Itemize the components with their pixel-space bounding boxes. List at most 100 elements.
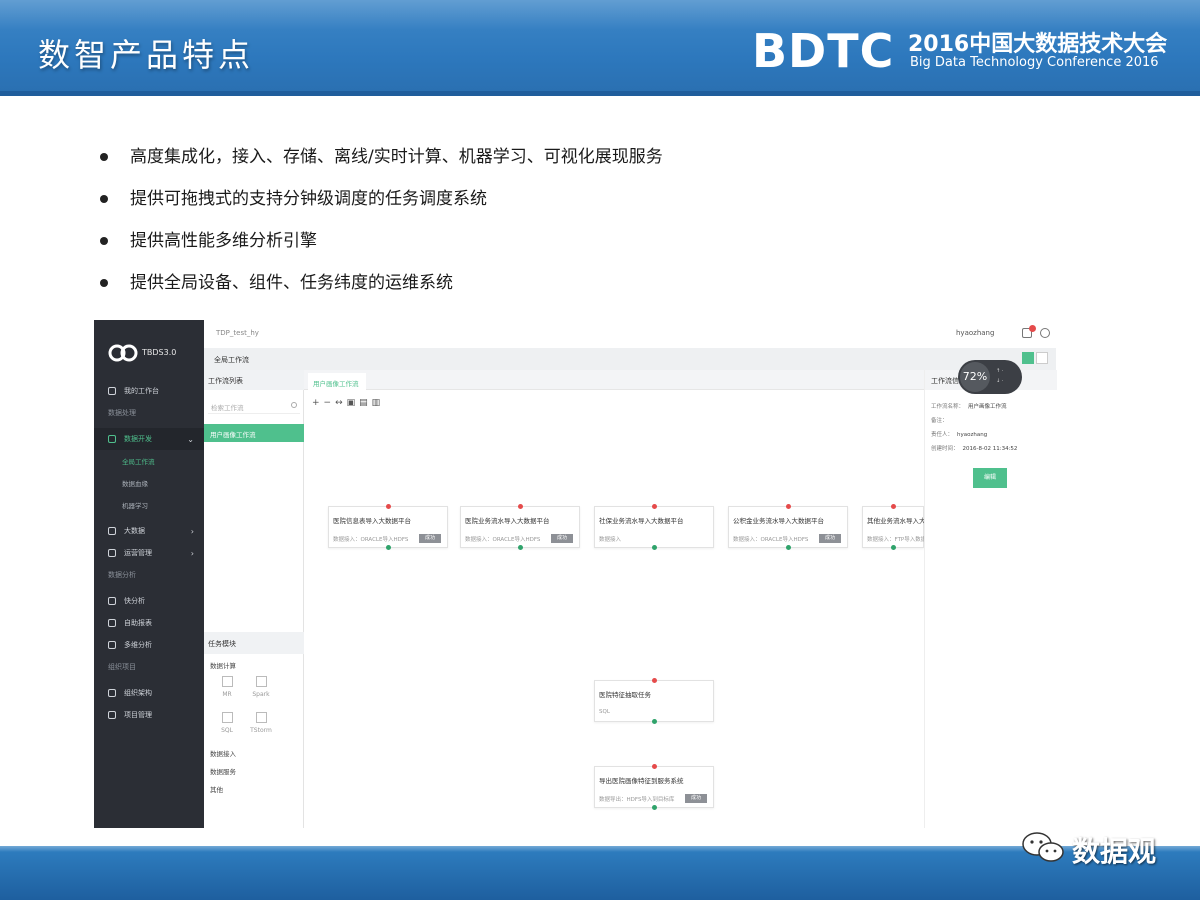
gauge-value: 72% xyxy=(960,362,990,392)
user-group-icon xyxy=(108,711,116,719)
canvas-toolbar: +−↔▣▤▥ xyxy=(312,398,384,408)
workflow-node[interactable]: 医院业务流水导入大数据平台 数据接入：ORACLE导入HDFS 成功 xyxy=(460,504,580,550)
sidebar-item: 数据分析 xyxy=(94,564,204,586)
tool-spark[interactable]: Spark xyxy=(246,676,276,698)
edit-button[interactable]: 编辑 xyxy=(973,468,1007,488)
view-toggle-list[interactable] xyxy=(1036,352,1048,364)
wechat-icon xyxy=(1022,832,1064,862)
workflow-panel: 工作流列表 检索工作流 用户画像工作流 任务模块 数据计算 MR Spark S… xyxy=(204,370,304,828)
sidebar-item[interactable]: 运营管理 › xyxy=(94,542,204,564)
bullet-item: 提供高性能多维分析引擎 xyxy=(100,220,780,262)
output-port[interactable] xyxy=(891,545,896,550)
tree-item[interactable]: 其他 xyxy=(210,784,223,794)
workflow-search-input[interactable]: 检索工作流 xyxy=(208,398,300,414)
input-port[interactable] xyxy=(386,504,391,509)
sidebar-item-label: 我的工作台 xyxy=(124,387,159,395)
delete-icon[interactable]: ▥ xyxy=(372,398,385,408)
upload-icon: ↑ · xyxy=(996,368,1004,374)
node-status-badge: 成功 xyxy=(551,534,573,543)
canvas-tabbar: 用户画像工作流 xyxy=(304,370,924,390)
input-port[interactable] xyxy=(652,504,657,509)
slide-header: 数智产品特点 BDTC 2016中国大数据技术大会 Big Data Techn… xyxy=(0,0,1200,96)
canvas-tab[interactable]: 用户画像工作流 xyxy=(308,373,366,390)
tool-mr[interactable]: MR xyxy=(212,676,242,698)
user-menu[interactable]: hyaozhang xyxy=(956,329,994,337)
search-placeholder: 检索工作流 xyxy=(211,404,244,412)
sidebar-item[interactable]: 快分析 xyxy=(94,590,204,612)
conference-logo: BDTC xyxy=(752,24,895,78)
zoom-in-icon[interactable]: + xyxy=(312,398,324,408)
watermark-text: 数据观 xyxy=(1072,835,1157,868)
node-title: 医院业务流水导入大数据平台 xyxy=(465,517,550,525)
tree-item[interactable]: 数据计算 xyxy=(210,660,236,670)
sidebar-item-label: 全局工作流 xyxy=(122,458,155,466)
node-title: 医院信息表导入大数据平台 xyxy=(333,517,411,525)
info-icon[interactable] xyxy=(1040,328,1050,338)
sidebar-item[interactable]: 大数据 › xyxy=(94,520,204,542)
node-subtitle: 数据接入 xyxy=(599,537,622,543)
node-subtitle: 数据接入：ORACLE导入HDFS xyxy=(333,537,409,543)
project-crumb[interactable]: TDP_test_hy xyxy=(216,329,259,337)
node-status-badge: 成功 xyxy=(419,534,441,543)
sidebar-item[interactable]: 自助报表 xyxy=(94,612,204,634)
app-logo-icon xyxy=(108,344,138,362)
output-port[interactable] xyxy=(518,545,523,550)
sidebar-item[interactable]: 数据开发 ⌄ xyxy=(94,428,204,450)
workflow-item-selected[interactable]: 用户画像工作流 xyxy=(204,424,304,442)
sidebar-item-label: 运营管理 xyxy=(124,549,152,557)
workflow-node[interactable]: 医院特征抽取任务 SQL xyxy=(594,678,714,724)
cube-icon xyxy=(108,641,116,649)
input-port[interactable] xyxy=(786,504,791,509)
app-screenshot: TBDS3.0 我的工作台 数据处理 数据开发 ⌄ 全局工作流 数据血缘 机器学习 大数据 › 运… xyxy=(94,320,1057,828)
input-port[interactable] xyxy=(518,504,523,509)
workflow-list-header: 工作流列表 xyxy=(204,370,304,390)
save-icon[interactable]: ▣ xyxy=(347,398,360,408)
workflow-node[interactable]: 公积金业务流水导入大数据平台 数据接入：ORACLE导入HDFS 成功 xyxy=(728,504,848,550)
view-toggle-flow[interactable] xyxy=(1022,352,1034,364)
output-port[interactable] xyxy=(652,545,657,550)
clock-icon xyxy=(108,435,116,443)
node-subtitle: 数据导出：HDFS导入到目标库 xyxy=(599,797,675,803)
subheader-title: 全局工作流 xyxy=(214,356,249,364)
tree-item[interactable]: 数据服务 xyxy=(210,766,236,776)
chevron-icon: ⌄ xyxy=(187,435,194,444)
tool-tstorm[interactable]: TStorm xyxy=(246,712,276,734)
node-subtitle: 数据接入：ORACLE导入HDFS xyxy=(733,537,809,543)
workflow-node[interactable]: 导出医院画像特征到服务系统 数据导出：HDFS导入到目标库 成功 xyxy=(594,764,714,810)
sql-icon xyxy=(221,712,233,723)
zoom-out-icon[interactable]: − xyxy=(324,398,336,408)
input-port[interactable] xyxy=(652,764,657,769)
prop-row: 备注： xyxy=(931,418,948,424)
workflow-node[interactable]: 医院信息表导入大数据平台 数据接入：ORACLE导入HDFS 成功 xyxy=(328,504,448,550)
sidebar-item: 数据处理 xyxy=(94,402,204,424)
app-subheader: 全局工作流 xyxy=(204,348,1056,370)
sidebar-item[interactable]: 数据血缘 xyxy=(94,472,204,494)
tstorm-icon xyxy=(255,712,267,723)
tool-sql[interactable]: SQL xyxy=(212,712,242,734)
output-port[interactable] xyxy=(652,805,657,810)
sidebar-item[interactable]: 组织架构 xyxy=(94,682,204,704)
tree-item[interactable]: 数据接入 xyxy=(210,748,236,758)
copy-icon[interactable]: ▤ xyxy=(359,398,372,408)
spark-icon xyxy=(255,676,267,687)
sidebar-item[interactable]: 我的工作台 xyxy=(94,380,204,402)
input-port[interactable] xyxy=(891,504,896,509)
output-port[interactable] xyxy=(652,719,657,724)
sidebar-item[interactable]: 机器学习 xyxy=(94,494,204,516)
sidebar-item[interactable]: 多维分析 xyxy=(94,634,204,656)
bullet-item: 提供可拖拽式的支持分钟级调度的任务调度系统 xyxy=(100,178,780,220)
workflow-node[interactable]: 其他业务流水导入大数据平台 数据接入：FTP导入数据 xyxy=(862,504,952,550)
fit-icon[interactable]: ↔ xyxy=(335,398,347,408)
workflow-node[interactable]: 社保业务流水导入大数据平台 数据接入 xyxy=(594,504,714,550)
header-band xyxy=(0,91,1200,96)
output-port[interactable] xyxy=(786,545,791,550)
sidebar-item-label: 机器学习 xyxy=(122,502,148,510)
mr-icon xyxy=(221,676,233,687)
sidebar-item[interactable]: 全局工作流 xyxy=(94,450,204,472)
workflow-canvas[interactable]: 用户画像工作流 +−↔▣▤▥ 医院信息表导入大数据平台 数据接入：ORACLE导入… xyxy=(304,370,952,828)
output-port[interactable] xyxy=(386,545,391,550)
input-port[interactable] xyxy=(652,678,657,683)
node-title: 医院特征抽取任务 xyxy=(599,691,651,699)
sidebar-item[interactable]: 项目管理 xyxy=(94,704,204,726)
feature-bullets: 高度集成化，接入、存储、离线/实时计算、机器学习、可视化展现服务 提供可拖拽式的… xyxy=(100,136,780,304)
